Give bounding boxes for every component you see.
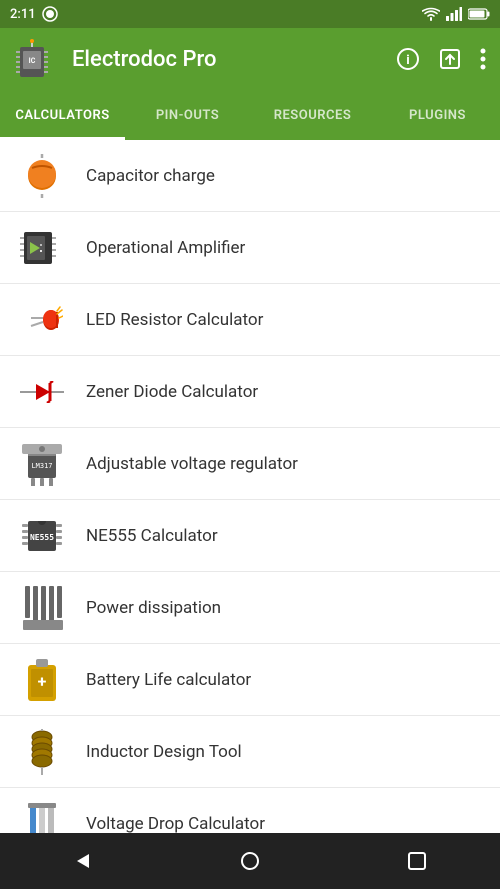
tab-bar: CALCULATORS PIN-OUTS RESOURCES PLUGINS: [0, 90, 500, 140]
op-amp-label: Operational Amplifier: [86, 238, 245, 258]
back-button[interactable]: [53, 841, 113, 881]
ne555-icon: NE555: [16, 510, 68, 562]
capacitor-charge-label: Capacitor charge: [86, 166, 215, 186]
svg-text:LM317: LM317: [31, 462, 52, 470]
info-button[interactable]: i: [396, 47, 420, 71]
ne555-label: NE555 Calculator: [86, 526, 218, 546]
zener-icon: [16, 366, 68, 418]
home-button[interactable]: [220, 841, 280, 881]
list-item-zener-diode[interactable]: Zener Diode Calculator: [0, 356, 500, 428]
inductor-icon: [16, 726, 68, 778]
list-item-power-dissipation[interactable]: Power dissipation: [0, 572, 500, 644]
opamp-icon: [16, 222, 68, 274]
status-bar: 2:11: [0, 0, 500, 28]
list-item-ne555[interactable]: NE555 NE555 Calculator: [0, 500, 500, 572]
battery-life-icon: +: [16, 654, 68, 706]
bottom-nav: [0, 833, 500, 889]
list-item-voltage-drop[interactable]: Voltage Drop Calculator: [0, 788, 500, 833]
inductor-label: Inductor Design Tool: [86, 742, 242, 762]
svg-text:IC: IC: [29, 57, 36, 65]
list-item-led-resistor[interactable]: LED Resistor Calculator: [0, 284, 500, 356]
battery-life-label: Battery Life calculator: [86, 670, 251, 690]
app-bar-actions: i: [396, 47, 486, 71]
recents-button[interactable]: [387, 841, 447, 881]
list-item-op-amp[interactable]: Operational Amplifier: [0, 212, 500, 284]
voltage-drop-label: Voltage Drop Calculator: [86, 814, 265, 834]
status-time: 2:11: [10, 7, 36, 22]
calculator-list: Capacitor charge: [0, 140, 500, 833]
capacitor-icon: [16, 150, 68, 202]
list-item-inductor[interactable]: Inductor Design Tool: [0, 716, 500, 788]
battery-icon: [468, 8, 490, 20]
power-dissipation-label: Power dissipation: [86, 598, 221, 618]
tab-resources[interactable]: RESOURCES: [250, 90, 375, 140]
list-item-battery-life[interactable]: + Battery Life calculator: [0, 644, 500, 716]
voltdrop-icon: [16, 798, 68, 834]
overflow-menu-button[interactable]: [480, 47, 486, 71]
list-item-capacitor-charge[interactable]: Capacitor charge: [0, 140, 500, 212]
svg-text:i: i: [406, 53, 409, 68]
svg-text:+: +: [38, 672, 47, 691]
notification-icon: [42, 6, 58, 22]
tab-pinouts[interactable]: PIN-OUTS: [125, 90, 250, 140]
share-button[interactable]: [438, 47, 462, 71]
tab-calculators[interactable]: CALCULATORS: [0, 90, 125, 140]
heatsink-icon: [16, 582, 68, 634]
status-icons: [422, 7, 490, 21]
wifi-icon: [422, 7, 440, 21]
led-resistor-label: LED Resistor Calculator: [86, 310, 263, 330]
voltage-regulator-label: Adjustable voltage regulator: [86, 454, 298, 474]
app-bar: IC Electrodoc Pro i: [0, 28, 500, 90]
zener-diode-label: Zener Diode Calculator: [86, 382, 258, 402]
svg-text:NE555: NE555: [30, 533, 54, 542]
led-icon: [16, 294, 68, 346]
list-item-voltage-regulator[interactable]: LM317 Adjustable voltage regulator: [0, 428, 500, 500]
tab-plugins[interactable]: PLUGINS: [375, 90, 500, 140]
lm317-icon: LM317: [16, 438, 68, 490]
app-title: Electrodoc Pro: [72, 47, 382, 72]
signal-icon: [446, 7, 462, 21]
app-icon: IC: [14, 37, 58, 81]
